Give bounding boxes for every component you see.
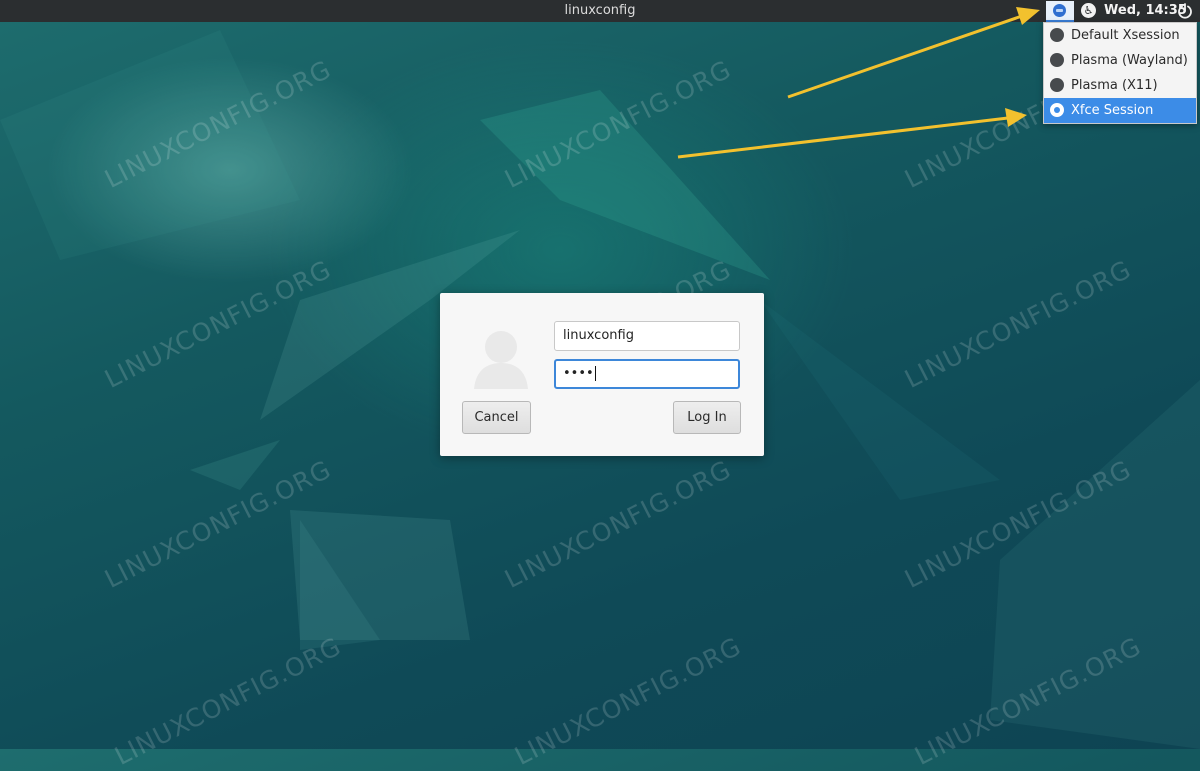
session-menu-button[interactable] [1046, 1, 1074, 22]
session-item-xfce-session[interactable]: Xfce Session [1044, 98, 1196, 123]
password-input[interactable]: •••• [554, 359, 740, 389]
login-button[interactable]: Log In [673, 401, 741, 434]
top-panel: linuxconfig ♿ Wed, 14:35 [0, 0, 1200, 22]
session-icon [1053, 4, 1066, 17]
radio-icon [1050, 28, 1064, 42]
radio-icon [1050, 53, 1064, 67]
session-item-plasma-x11[interactable]: Plasma (X11) [1044, 73, 1196, 98]
cancel-button[interactable]: Cancel [462, 401, 531, 434]
text-cursor [594, 366, 596, 381]
session-item-label: Plasma (X11) [1071, 78, 1158, 93]
radio-selected-icon [1050, 103, 1064, 117]
radio-icon [1050, 78, 1064, 92]
username-input[interactable]: linuxconfig [554, 321, 740, 351]
login-dialog: linuxconfig •••• Cancel Log In [440, 293, 764, 456]
session-item-label: Xfce Session [1071, 103, 1154, 118]
session-item-plasma-wayland[interactable]: Plasma (Wayland) [1044, 48, 1196, 73]
session-item-label: Default Xsession [1071, 28, 1180, 43]
user-avatar-icon [472, 325, 530, 389]
password-mask: •••• [563, 366, 594, 381]
session-menu: Default Xsession Plasma (Wayland) Plasma… [1043, 22, 1197, 124]
clock: Wed, 14:35 [1104, 3, 1187, 18]
power-icon[interactable] [1177, 3, 1193, 19]
session-item-default-xsession[interactable]: Default Xsession [1044, 23, 1196, 48]
accessibility-icon[interactable]: ♿ [1081, 3, 1096, 18]
hostname-label: linuxconfig [564, 3, 636, 18]
session-item-label: Plasma (Wayland) [1071, 53, 1188, 68]
